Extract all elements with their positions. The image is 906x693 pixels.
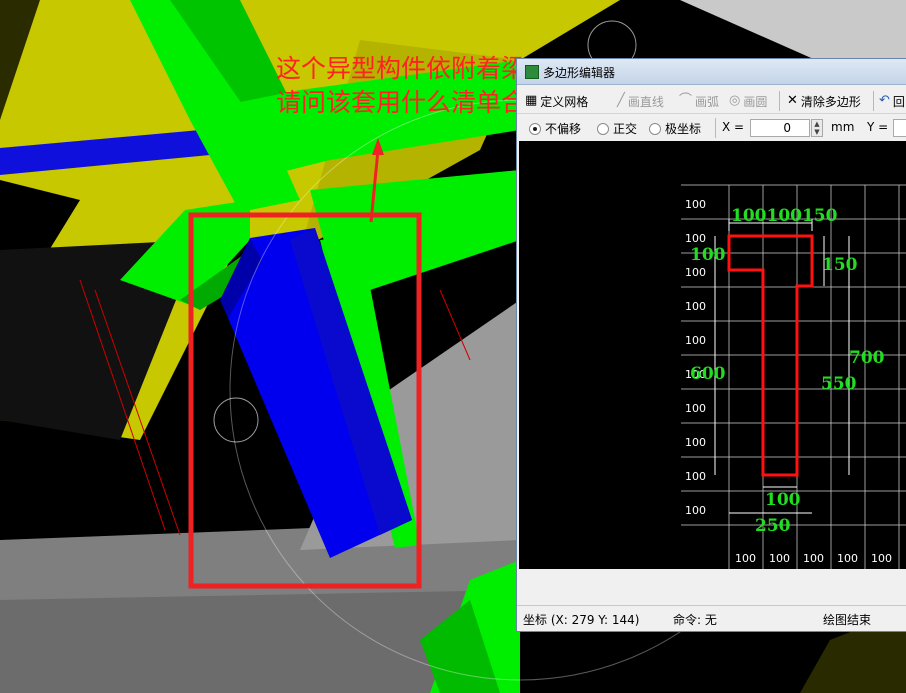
x-spinner[interactable]: ▲ ▼ [811, 119, 823, 137]
row-label: 100 [685, 232, 706, 245]
arc-icon: ⌒ [679, 93, 693, 108]
draw-line-label: 画直线 [627, 94, 664, 109]
col-label: 100 [803, 552, 824, 565]
close-icon: ✕ [787, 93, 798, 108]
app-icon [525, 65, 539, 79]
dim-right-150: 150 [822, 255, 858, 275]
draw-circle-button[interactable]: ◎ 画圆 [729, 92, 767, 110]
clear-polygon-label: 清除多边形 [800, 94, 861, 109]
drawing-canvas[interactable]: 100 100 100 100 100 100 100 100 100 100 … [519, 141, 906, 569]
dim-left-600: 600 [690, 364, 726, 384]
polar-label: 极坐标 [665, 122, 702, 136]
x-input[interactable]: 0 [750, 119, 810, 137]
row-label: 100 [685, 300, 706, 313]
dim-bottom-250: 250 [755, 516, 791, 536]
col-label: 100 [769, 552, 790, 565]
window-title: 多边形编辑器 [543, 66, 616, 80]
radio-selected[interactable] [529, 122, 541, 135]
row-label: 100 [685, 470, 706, 483]
circle-icon: ◎ [729, 93, 741, 108]
row-label: 100 [685, 198, 706, 211]
draw-circle-label: 画圆 [743, 94, 768, 109]
draw-line-button[interactable]: ╱ 画直线 [617, 92, 664, 110]
unit-label: mm [831, 120, 855, 134]
col-label: 100 [735, 552, 756, 565]
col-label: 100 [837, 552, 858, 565]
annotation-line-1: 这个异型构件依附着梁 [276, 54, 527, 83]
x-label: X = [722, 120, 745, 134]
window-titlebar[interactable]: 多边形编辑器 [517, 59, 906, 85]
col-label: 100 [871, 552, 892, 565]
status-command: 命令: 无 [673, 613, 717, 627]
status-state: 绘图结束 [823, 613, 872, 627]
toolbar-separator [779, 91, 780, 111]
dim-left-100: 100 [690, 245, 726, 265]
dim-top: 100100150 [731, 206, 838, 226]
draw-arc-button[interactable]: ⌒ 画弧 [679, 92, 719, 110]
no-offset-option[interactable]: 不偏移 [529, 120, 581, 137]
undo-label: 回 [892, 94, 905, 109]
orthogonal-option[interactable]: 正交 [597, 120, 637, 137]
define-grid-button[interactable]: ▦ 定义网格 [525, 92, 588, 110]
dim-bottom-100: 100 [765, 490, 801, 510]
dim-right-550: 550 [821, 374, 857, 394]
line-icon: ╱ [617, 93, 625, 108]
row-label: 100 [685, 504, 706, 517]
snap-options-bar: 不偏移 正交 极坐标 X = 0 ▲ ▼ mm Y = [517, 115, 906, 141]
status-coordinates: 坐标 (X: 279 Y: 144) [523, 613, 640, 627]
undo-icon: ↶ [879, 93, 890, 108]
status-bar: 坐标 (X: 279 Y: 144) 命令: 无 绘图结束 [517, 605, 906, 631]
row-label: 100 [685, 334, 706, 347]
no-offset-label: 不偏移 [545, 122, 582, 136]
row-label: 100 [685, 266, 706, 279]
y-input[interactable] [893, 119, 906, 137]
polar-option[interactable]: 极坐标 [649, 120, 701, 137]
draw-arc-label: 画弧 [695, 94, 720, 109]
y-label: Y = [867, 120, 889, 134]
row-label: 100 [685, 436, 706, 449]
undo-button[interactable]: ↶ 回 [879, 92, 905, 110]
orthogonal-label: 正交 [613, 122, 638, 136]
polygon-editor-window[interactable]: 多边形编辑器 ▦ 定义网格 ╱ 画直线 ⌒ 画弧 ◎ 画圆 ✕ 清除多边形 ↶ … [516, 58, 906, 632]
radio-unselected[interactable] [597, 122, 609, 135]
clear-polygon-button[interactable]: ✕ 清除多边形 [787, 92, 861, 110]
row-label: 100 [685, 402, 706, 415]
dim-right-700: 700 [849, 348, 885, 368]
define-grid-label: 定义网格 [540, 94, 589, 109]
grid-icon: ▦ [525, 93, 538, 108]
toolbar-separator [873, 91, 874, 111]
radio-unselected[interactable] [649, 122, 661, 135]
drawing-toolbar: ▦ 定义网格 ╱ 画直线 ⌒ 画弧 ◎ 画圆 ✕ 清除多边形 ↶ 回 [517, 86, 906, 114]
toolbar-separator [715, 118, 716, 138]
